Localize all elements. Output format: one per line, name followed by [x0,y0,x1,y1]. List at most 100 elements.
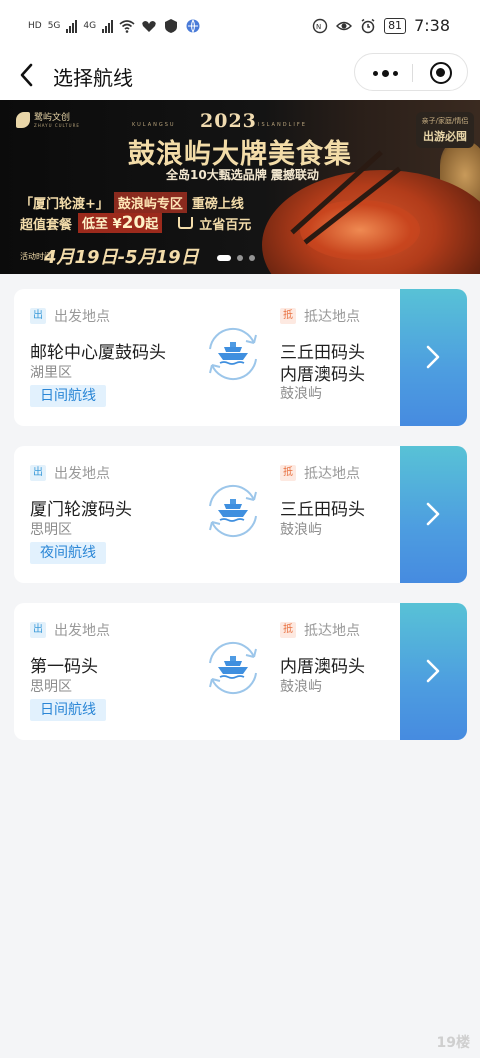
banner-date-line: 活动时间 4月19日-5月19日 [20,243,199,269]
route-card[interactable]: 出 出发地点 厦门轮渡码头 思明区 夜间航线 抵 抵达地点 三丘田码头 鼓浪屿 [14,446,467,583]
banner-tag-line2: 出游必囤 [423,130,467,143]
banner-deal-currency: ¥ [112,217,122,232]
banner-tag-line1: 亲子/家庭/情侣 [421,117,469,125]
shield-icon [165,19,178,33]
page-title: 选择航线 [53,66,133,90]
route-type-badge: 日间航线 [30,385,106,407]
banner-deal-unit: 起 [145,217,159,232]
carousel-dot[interactable] [237,255,243,261]
more-options-button[interactable] [373,70,398,77]
banner-deal-line: 超值套餐 低至 ¥20起 立省百元 [20,213,251,233]
departure-header: 出 出发地点 [30,306,110,326]
departure-name: 厦门轮渡码头 [30,500,132,520]
chevron-right-icon [426,502,440,526]
network-5g-label: 5G [47,21,61,31]
banner-logo: 鹭屿文创 ZHAYU CULTURE [16,112,80,128]
departure-district: 湖里区 [30,365,72,381]
battery-level: 81 [384,17,407,34]
banner-promo-a: 「厦门轮渡+」 [20,197,109,212]
arrival-label: 抵达地点 [304,309,360,325]
banner-promo-b: 鼓浪屿专区 [113,192,187,213]
banner-corner-tag: 亲子/家庭/情侣 出游必囤 [416,112,474,148]
back-arrow-icon[interactable] [16,60,40,90]
select-route-button[interactable] [400,446,467,583]
capsule-divider [412,64,413,82]
arrival-district: 鼓浪屿 [280,522,322,538]
banner-en-left: KULANGSU [132,122,176,128]
departure-name: 第一码头 [30,657,98,677]
banner-logo-sub: ZHAYU CULTURE [34,122,80,128]
banner-deal-b: 低至 [82,217,109,232]
departure-tag: 出 [30,622,46,638]
status-right: N 81 7:38 [312,16,450,35]
signal-icon-2 [102,19,114,33]
arrival-district: 鼓浪屿 [280,679,322,695]
hd-icon: HD [28,21,42,31]
banner-promo-c: 重磅上线 [191,197,244,212]
departure-tag: 出 [30,465,46,481]
route-card[interactable]: 出 出发地点 第一码头 思明区 日间航线 抵 抵达地点 内厝澳码头 鼓浪屿 [14,603,467,740]
ferry-swap-icon [209,484,257,538]
arrival-tag: 抵 [280,622,296,638]
carousel-dot[interactable] [249,255,255,261]
select-route-button[interactable] [400,603,467,740]
signal-icon [66,19,78,33]
departure-district: 思明区 [30,522,72,538]
chevron-right-icon [426,345,440,369]
chevron-right-icon [426,659,440,683]
select-route-button[interactable] [400,289,467,426]
banner-date-value: 4月19日-5月19日 [44,247,199,268]
globe-icon [186,19,200,34]
banner-deal-price-block: 低至 ¥20起 [78,213,163,233]
departure-label: 出发地点 [54,309,110,325]
banner-deal-a: 超值套餐 [20,217,73,233]
miniapp-capsule [354,53,468,91]
brand-logo-icon [16,112,30,128]
nav-bar: 选择航线 [0,53,480,100]
route-card[interactable]: 出 出发地点 邮轮中心厦鼓码头 湖里区 日间航线 抵 抵达地点 三丘田码头 内厝… [14,289,467,426]
carousel-dot[interactable] [217,255,231,261]
arrival-name: 内厝澳码头 [280,657,365,677]
heart-icon [142,21,156,32]
banner-deal-save: 立省百元 [199,217,252,233]
status-bar: HD 5G 4G N 81 7:38 [0,0,480,56]
arrival-tag: 抵 [280,308,296,324]
cart-icon [178,217,194,229]
arrival-label: 抵达地点 [304,623,360,639]
route-type-badge: 日间航线 [30,699,106,721]
network-4g-label: 4G [83,21,97,31]
arrival-tag: 抵 [280,465,296,481]
nfc-icon: N [312,18,328,33]
banner-year: 2023 [200,110,257,132]
carousel-indicator [217,255,255,261]
departure-header: 出 出发地点 [30,620,110,640]
banner-en-right: ISLANDLIFE [258,122,307,128]
banner-logo-text: 鹭屿文创 [34,112,71,123]
promo-banner[interactable]: 鹭屿文创 ZHAYU CULTURE KULANGSU 2023 ISLANDL… [0,100,480,274]
arrival-district: 鼓浪屿 [280,386,322,402]
close-miniapp-button[interactable] [430,62,452,84]
watermark: 19楼 [436,1035,470,1051]
wifi-icon [119,20,135,33]
arrival-header: 抵 抵达地点 [280,620,360,640]
arrival-label: 抵达地点 [304,466,360,482]
route-type-badge: 夜间航线 [30,542,106,564]
departure-header: 出 出发地点 [30,463,110,483]
svg-text:N: N [316,23,321,31]
departure-tag: 出 [30,308,46,324]
banner-promo-line: 「厦门轮渡+」 鼓浪屿专区 重磅上线 [20,192,244,213]
ferry-swap-icon [209,641,257,695]
departure-label: 出发地点 [54,466,110,482]
ferry-swap-icon [209,327,257,381]
eye-icon [336,21,353,30]
departure-label: 出发地点 [54,623,110,639]
arrival-name: 三丘田码头 [280,500,365,520]
banner-deal-price: 20 [121,213,146,233]
arrival-name-2: 内厝澳码头 [280,365,365,385]
departure-name: 邮轮中心厦鼓码头 [30,343,166,363]
arrival-header: 抵 抵达地点 [280,463,360,483]
arrival-header: 抵 抵达地点 [280,306,360,326]
departure-district: 思明区 [30,679,72,695]
alarm-icon [361,18,375,33]
banner-subtitle: 全岛10大甄选品牌 震撼联动 [166,168,319,182]
